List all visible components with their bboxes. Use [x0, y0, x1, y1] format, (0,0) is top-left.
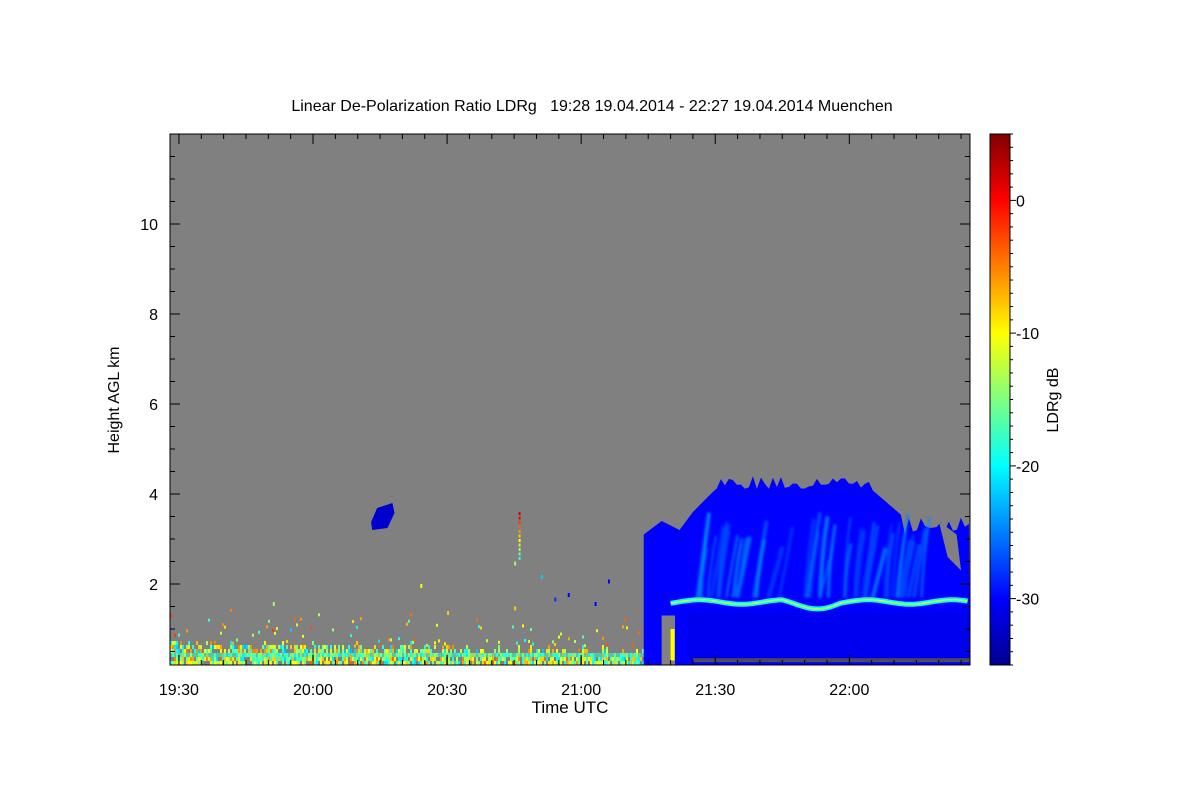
chart-svg: 19:30 20:00 20:30 21:00 21:30 22:00 2 4 6 8 10 0 -1…: [140, 133, 1039, 699]
x-tick-label: 20:00: [293, 682, 333, 699]
y-tick-label: 10: [140, 217, 158, 234]
x-tick-label: 20:30: [427, 682, 467, 699]
x-tick-label: 19:30: [159, 682, 199, 699]
colorbar-tick-label: -20: [1016, 459, 1039, 476]
plot-area: [170, 134, 970, 665]
y-tick-label: 2: [149, 577, 158, 594]
y-tick-label: 6: [149, 397, 158, 414]
x-tick-label: 21:30: [695, 682, 735, 699]
colorbar: 0 -10 -20 -30: [989, 133, 1039, 666]
colorbar-tick-label: -10: [1016, 326, 1039, 343]
y-tick-label: 8: [149, 307, 158, 324]
x-tick-label: 22:00: [829, 682, 869, 699]
colorbar-gradient: [989, 133, 1011, 666]
x-tick-label: 21:00: [561, 682, 601, 699]
colorbar-tick-label: 0: [1016, 193, 1025, 210]
y-tick-label: 4: [149, 487, 158, 504]
colorbar-tick-label: -30: [1016, 592, 1039, 609]
